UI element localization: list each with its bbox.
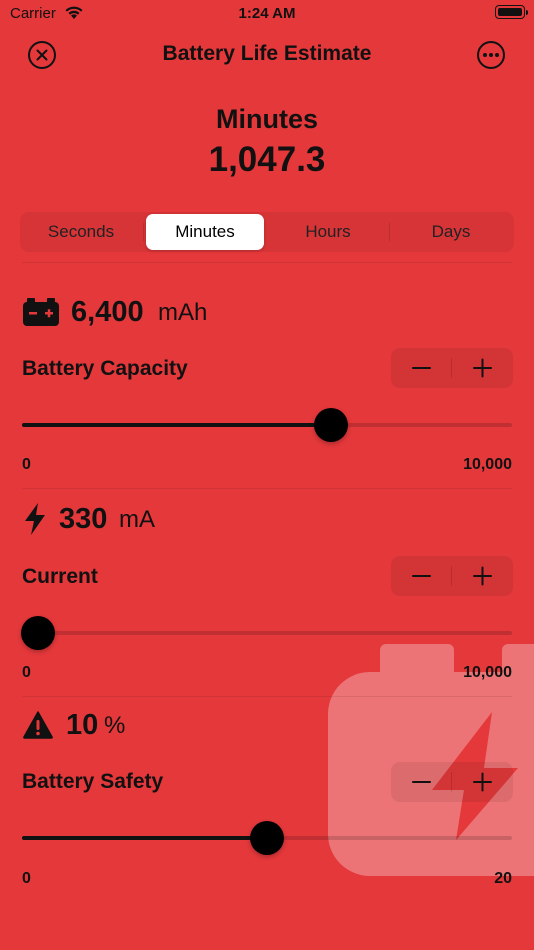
bolt-icon [25, 503, 45, 535]
segment-days[interactable]: Days [392, 214, 510, 250]
segment-divider [143, 223, 144, 241]
result-value: 1,047.3 [208, 140, 326, 179]
current-increment-button[interactable] [452, 556, 513, 596]
current-min-label: 0 [22, 664, 31, 681]
car-battery-icon [23, 298, 59, 326]
divider [22, 262, 512, 263]
divider [22, 696, 512, 697]
safety-increment-button[interactable] [452, 762, 513, 802]
safety-slider[interactable] [22, 820, 512, 856]
current-decrement-button[interactable] [391, 556, 452, 596]
status-bar: Carrier 1:24 AM [0, 0, 534, 28]
more-circle-icon [477, 41, 505, 69]
segment-divider [389, 223, 390, 241]
segment-minutes[interactable]: Minutes [146, 214, 264, 250]
current-label: Current [22, 565, 98, 588]
safety-stepper [391, 762, 513, 802]
segment-hours[interactable]: Hours [269, 214, 387, 250]
slider-thumb[interactable] [250, 821, 284, 855]
safety-unit: % [104, 712, 126, 739]
plus-icon [473, 566, 492, 586]
capacity-label: Battery Capacity [22, 357, 188, 380]
minus-icon [412, 781, 431, 783]
capacity-max-label: 10,000 [463, 456, 512, 473]
slider-thumb[interactable] [21, 616, 56, 650]
plus-icon [473, 772, 492, 792]
current-slider[interactable] [21, 615, 512, 651]
slider-track-fill [22, 836, 267, 840]
current-value: 330 [59, 503, 108, 535]
segment-seconds[interactable]: Seconds [22, 214, 140, 250]
minus-icon [412, 367, 431, 369]
time-unit-segmented-control: Seconds Minutes Hours Days [20, 212, 514, 252]
slider-thumb[interactable] [313, 408, 348, 442]
capacity-min-label: 0 [22, 456, 31, 473]
divider [22, 488, 512, 489]
plus-icon [473, 358, 492, 378]
safety-value: 10 [66, 709, 99, 741]
slider-track [22, 631, 512, 635]
safety-decrement-button[interactable] [391, 762, 452, 802]
capacity-stepper [391, 348, 513, 388]
more-button[interactable] [476, 40, 506, 70]
capacity-value: 6,400 [71, 296, 144, 328]
warning-triangle-icon [23, 711, 53, 739]
current-max-label: 10,000 [463, 664, 512, 681]
current-stepper [391, 556, 513, 596]
slider-track-fill [22, 423, 331, 427]
current-unit: mA [119, 506, 155, 533]
capacity-increment-button[interactable] [452, 348, 513, 388]
page-title: Battery Life Estimate [162, 42, 372, 65]
battery-status-icon [495, 5, 528, 19]
capacity-unit: mAh [158, 299, 208, 326]
capacity-slider[interactable] [22, 407, 512, 443]
result-unit: Minutes [215, 104, 318, 134]
safety-label: Battery Safety [22, 770, 164, 793]
safety-max-label: 20 [494, 870, 512, 887]
clock: 1:24 AM [238, 5, 296, 22]
minus-icon [412, 575, 431, 577]
safety-min-label: 0 [22, 870, 31, 887]
capacity-decrement-button[interactable] [391, 348, 452, 388]
